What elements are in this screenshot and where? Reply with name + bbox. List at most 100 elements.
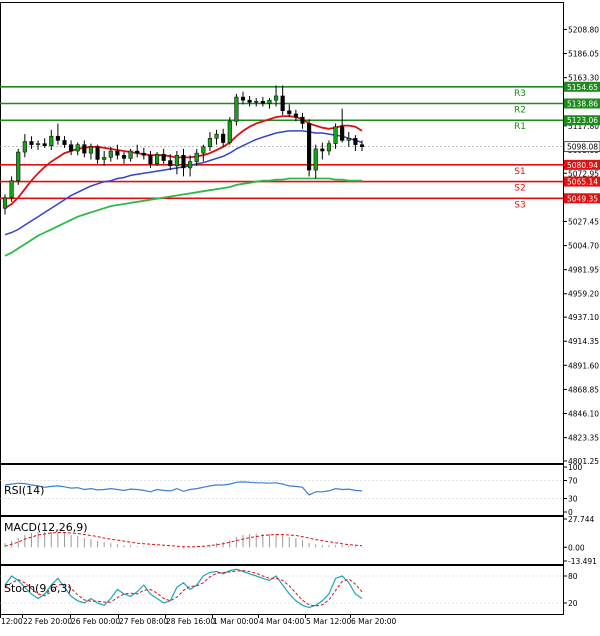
- candle-body: [227, 121, 232, 143]
- candle-body: [22, 141, 27, 153]
- level-name-r1: R1: [514, 122, 526, 132]
- candle: [247, 95, 252, 107]
- candle-body: [188, 161, 193, 169]
- candle: [313, 144, 318, 179]
- candle-body: [181, 154, 186, 169]
- candle: [121, 152, 127, 164]
- candle-body: [201, 146, 206, 154]
- rsi-tick-label: 100: [568, 463, 583, 472]
- candle-body: [168, 160, 173, 167]
- candle-body: [128, 150, 133, 159]
- candle: [260, 97, 265, 107]
- candle-body: [207, 138, 213, 148]
- level-price-label-s2: 5065.14: [567, 178, 598, 187]
- candle: [234, 93, 239, 126]
- macd-label: MACD(12,26,9): [4, 521, 88, 534]
- macd-tick-label: 0.00: [568, 543, 585, 552]
- candle: [333, 123, 338, 149]
- candle-body: [2, 197, 8, 209]
- candle-body: [108, 150, 113, 158]
- candle-body: [88, 146, 94, 154]
- candle: [346, 131, 351, 147]
- candle: [300, 112, 305, 129]
- candle-body: [254, 100, 259, 103]
- candle-body: [359, 144, 365, 148]
- candle: [254, 98, 259, 107]
- candle: [267, 98, 272, 109]
- level-name-r3: R3: [514, 89, 526, 99]
- candle: [2, 194, 8, 215]
- level-price-label-r1: 5123.06: [567, 116, 598, 125]
- y-tick-label: 4937.10: [568, 313, 599, 322]
- candle: [154, 152, 160, 166]
- ma-green-line: [4, 177, 362, 257]
- x-tick-label: 26 Feb 00:00: [71, 617, 120, 626]
- level-price-label-s1: 5080.94: [567, 161, 598, 170]
- x-tick-label: 27 Feb 08:00: [119, 617, 168, 626]
- candle: [207, 131, 213, 152]
- candle: [82, 140, 87, 158]
- trading-chart: 5208.805186.055163.305140.555117.805095.…: [0, 0, 600, 632]
- macd-tick-label: 27.744: [568, 515, 594, 524]
- candle-body: [55, 135, 60, 141]
- candle: [181, 148, 186, 177]
- candle-body: [353, 138, 358, 145]
- candle: [69, 140, 74, 156]
- y-tick-label: 4823.35: [568, 434, 599, 443]
- candle-body: [221, 133, 226, 143]
- candle: [141, 147, 146, 160]
- rsi-tick-label: 30: [568, 495, 578, 504]
- level-price-label-s3: 5049.35: [567, 194, 598, 203]
- rsi-label: RSI(14): [4, 484, 44, 497]
- panel-frame-stoch: [0, 565, 564, 615]
- candle: [35, 140, 41, 150]
- y-tick-label: 4846.10: [568, 410, 599, 419]
- candle-body: [102, 157, 107, 160]
- level-price-label-r2: 5138.86: [567, 100, 598, 109]
- y-tick-label: 5027.45: [568, 217, 599, 226]
- candle-body: [62, 140, 67, 145]
- candle-body: [95, 146, 100, 160]
- y-tick-label: 5186.05: [568, 50, 599, 59]
- candle-body: [16, 151, 21, 181]
- candle-body: [121, 154, 127, 159]
- chart-canvas: 5208.805186.055163.305140.555117.805095.…: [0, 2, 600, 626]
- candle: [62, 136, 67, 148]
- level-name-s2: S2: [514, 184, 525, 194]
- candle-body: [326, 143, 332, 152]
- candle-body: [234, 96, 239, 122]
- candle: [135, 144, 140, 158]
- candle: [307, 119, 312, 177]
- y-tick-label: 4981.95: [568, 266, 599, 275]
- candle-body: [313, 148, 318, 171]
- stoch-label: Stoch(9,6,3): [4, 582, 72, 595]
- candle: [353, 135, 358, 152]
- x-tick-label: 4 Mar 04:00: [259, 617, 305, 626]
- candle-body: [260, 100, 265, 104]
- y-tick-label: 4959.20: [568, 290, 599, 299]
- x-tick-label: 12:00: [1, 617, 23, 626]
- rsi-line: [4, 481, 363, 496]
- stoch-tick-label: 20: [568, 599, 578, 608]
- candle: [326, 140, 332, 156]
- candle-body: [346, 138, 351, 141]
- candle: [128, 148, 133, 162]
- candle: [161, 148, 166, 164]
- candle-body: [320, 148, 325, 152]
- candle-body: [273, 95, 279, 101]
- candle-body: [69, 144, 74, 152]
- panel-frame-main: [0, 2, 564, 464]
- candle: [240, 91, 246, 105]
- candle-body: [154, 153, 160, 164]
- candle-body: [35, 143, 41, 145]
- candle-body: [333, 126, 338, 144]
- level-name-s3: S3: [514, 200, 525, 210]
- x-tick-label: 22 Feb 20:00: [23, 617, 72, 626]
- candle: [214, 129, 219, 145]
- macd-signal-line: [4, 532, 363, 548]
- candle: [55, 123, 60, 145]
- candle: [102, 151, 107, 166]
- candle-body: [174, 154, 179, 167]
- candle: [22, 134, 27, 158]
- macd-tick-label: -13.491: [568, 557, 597, 566]
